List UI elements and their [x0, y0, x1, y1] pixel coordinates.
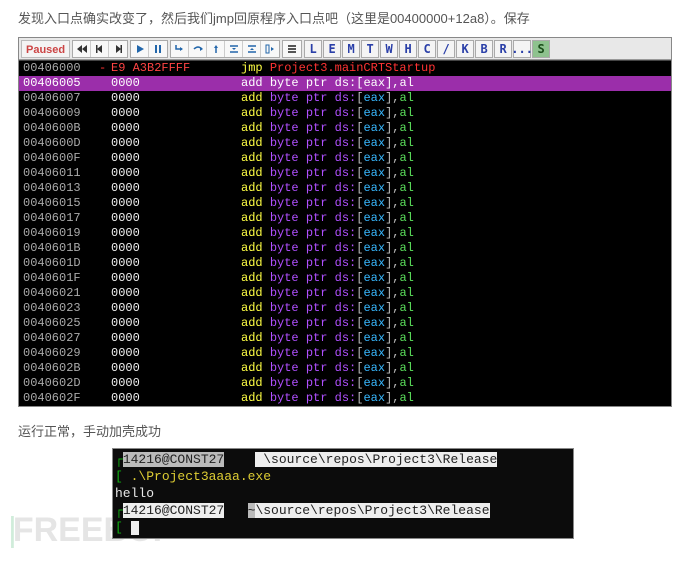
disasm-row[interactable]: 0040600F 0000 add byte ptr ds:[eax],al [19, 151, 671, 166]
prev-button[interactable] [91, 41, 109, 57]
trace-into-button[interactable] [225, 41, 243, 57]
disasm-row[interactable]: 0040601D 0000 add byte ptr ds:[eax],al [19, 256, 671, 271]
toolbar-letter-k[interactable]: K [456, 40, 474, 58]
step-out-button[interactable] [207, 41, 225, 57]
disasm-row[interactable]: 00406013 0000 add byte ptr ds:[eax],al [19, 181, 671, 196]
disassembly-view[interactable]: 00406000- E9 A3B2FFFF jmp Project3.mainC… [19, 60, 671, 406]
letter-button-group: LEMTWHC/KBR...S [304, 40, 551, 58]
disasm-row[interactable]: 0040600B 0000 add byte ptr ds:[eax],al [19, 121, 671, 136]
disasm-row[interactable]: 00406011 0000 add byte ptr ds:[eax],al [19, 166, 671, 181]
console-output: hello [113, 485, 573, 502]
toolbar-letter-...[interactable]: ... [513, 40, 531, 58]
disasm-row[interactable]: 00406021 0000 add byte ptr ds:[eax],al [19, 286, 671, 301]
console-line: ┌14216@CONST27 \source\repos\Project3\Re… [113, 451, 573, 468]
toolbar-letter-m[interactable]: M [342, 40, 360, 58]
caption-text-2: 运行正常，手动加壳成功 [18, 421, 672, 440]
toolbar-letter-s[interactable]: S [532, 40, 550, 58]
toolbar-letter-r[interactable]: R [494, 40, 512, 58]
trace-over-button[interactable] [243, 41, 261, 57]
disasm-row[interactable]: 00406023 0000 add byte ptr ds:[eax],al [19, 301, 671, 316]
play-button[interactable] [131, 41, 149, 57]
toolbar-letter-h[interactable]: H [399, 40, 417, 58]
toolbar-letter-/[interactable]: / [437, 40, 455, 58]
disasm-row[interactable]: 00406025 0000 add byte ptr ds:[eax],al [19, 316, 671, 331]
toolbar-letter-c[interactable]: C [418, 40, 436, 58]
next-button[interactable] [109, 41, 127, 57]
disasm-row[interactable]: 00406029 0000 add byte ptr ds:[eax],al [19, 346, 671, 361]
toolbar: Paused LEMTWHC/KBR...S [19, 38, 671, 60]
disasm-row[interactable]: 00406015 0000 add byte ptr ds:[eax],al [19, 196, 671, 211]
toolbar-letter-l[interactable]: L [304, 40, 322, 58]
disasm-row[interactable]: 0040600D 0000 add byte ptr ds:[eax],al [19, 136, 671, 151]
debugger-window: Paused LEMTWHC/KBR...S 00406000- E9 A3B2… [18, 37, 672, 407]
pause-button[interactable] [149, 41, 167, 57]
toolbar-letter-t[interactable]: T [361, 40, 379, 58]
disasm-row[interactable]: 0040602B 0000 add byte ptr ds:[eax],al [19, 361, 671, 376]
disasm-row[interactable]: 00406005 0000 add byte ptr ds:[eax],al [19, 76, 671, 91]
disasm-row[interactable]: 0040602D 0000 add byte ptr ds:[eax],al [19, 376, 671, 391]
toolbar-letter-e[interactable]: E [323, 40, 341, 58]
disasm-row[interactable]: 0040602F 0000 add byte ptr ds:[eax],al [19, 391, 671, 406]
disasm-row[interactable]: 00406007 0000 add byte ptr ds:[eax],al [19, 91, 671, 106]
caption-text: 发现入口点确实改变了，然后我们jmp回原程序入口点吧（这里是00400000+1… [18, 8, 672, 27]
rewind-button[interactable] [73, 41, 91, 57]
toolbar-letter-b[interactable]: B [475, 40, 493, 58]
paused-indicator: Paused [21, 40, 70, 58]
disasm-row[interactable]: 00406019 0000 add byte ptr ds:[eax],al [19, 226, 671, 241]
disasm-row[interactable]: 00406017 0000 add byte ptr ds:[eax],al [19, 211, 671, 226]
step-over-button[interactable] [189, 41, 207, 57]
disasm-row[interactable]: 00406000- E9 A3B2FFFF jmp Project3.mainC… [19, 61, 671, 76]
run-to-cursor-button[interactable] [261, 41, 279, 57]
console-cursor-line[interactable]: [ [113, 519, 573, 536]
console-window: ┌14216@CONST27 \source\repos\Project3\Re… [112, 448, 574, 539]
toolbar-letter-w[interactable]: W [380, 40, 398, 58]
options-button[interactable] [283, 41, 301, 57]
disasm-row[interactable]: 00406009 0000 add byte ptr ds:[eax],al [19, 106, 671, 121]
console-prompt-line: ┌14216@CONST27 ~\source\repos\Project3\R… [113, 502, 573, 519]
disasm-row[interactable]: 0040601F 0000 add byte ptr ds:[eax],al [19, 271, 671, 286]
console-command-line: [ .\Project3aaaa.exe [113, 468, 573, 485]
cursor-icon [131, 521, 139, 535]
disasm-row[interactable]: 00406027 0000 add byte ptr ds:[eax],al [19, 331, 671, 346]
step-into-button[interactable] [171, 41, 189, 57]
disasm-row[interactable]: 0040601B 0000 add byte ptr ds:[eax],al [19, 241, 671, 256]
